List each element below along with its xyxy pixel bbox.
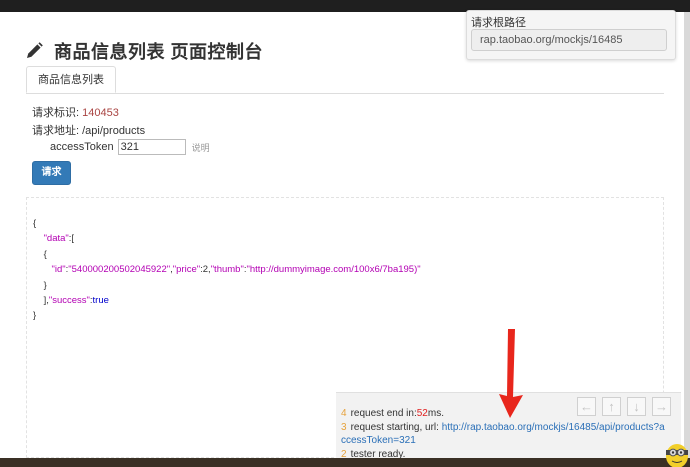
page-header: 商品信息列表 页面控制台 (24, 38, 263, 64)
mascot-icon (666, 444, 688, 467)
request-button[interactable]: 请求 (32, 161, 71, 185)
request-id-value: 140453 (82, 107, 119, 119)
request-id-label: 请求标识: (32, 107, 80, 119)
request-id-line: 请求标识: 140453 (32, 104, 119, 120)
param-row-access-token: accessToken 说明 (50, 139, 210, 155)
tab-product-list[interactable]: 商品信息列表 (26, 66, 116, 93)
arrow-right-button[interactable]: → (652, 397, 671, 416)
request-url-line: 请求地址: /api/products (32, 122, 145, 138)
page-scrollbar[interactable] (684, 12, 690, 458)
console-log-line: 3 request starting, url: http://rap.taoba… (341, 422, 665, 433)
json-line: } (33, 310, 37, 322)
console-log-line: 4 request end in:52ms. (341, 408, 444, 419)
page-title: 商品信息列表 页面控制台 (54, 42, 263, 62)
json-line: ],"success":true (43, 295, 109, 307)
request-url-label: 请求地址: (32, 125, 80, 137)
param-description: 说明 (191, 142, 210, 153)
json-line: { (43, 248, 47, 260)
root-path-input[interactable] (471, 29, 667, 51)
access-token-input[interactable] (117, 139, 186, 155)
arrow-left-button[interactable]: ← (577, 397, 596, 416)
arrow-down-button[interactable]: ↓ (627, 397, 646, 416)
bottom-image-strip (0, 458, 690, 467)
json-line: "id":"540000200502045922","price":2,"thu… (51, 264, 421, 276)
json-line: } (43, 279, 47, 291)
red-arrow-annotation (499, 329, 523, 418)
request-url-link[interactable]: http://rap.taobao.org/mockjs/16485/api/p… (442, 422, 665, 433)
console-nav: ← ↑ ↓ → (577, 397, 671, 416)
console-log-line-continued: ccessToken=321 (341, 435, 416, 446)
tab-bar: 商品信息列表 (26, 66, 664, 94)
root-path-panel: 请求根路径 (466, 10, 676, 60)
param-name-label: accessToken (50, 141, 114, 153)
root-path-label: 请求根路径 (471, 17, 526, 29)
request-url-value: /api/products (82, 125, 146, 137)
json-line: "data":[ (43, 233, 75, 245)
request-url-link-continued[interactable]: ccessToken=321 (341, 435, 416, 446)
json-line: { (33, 218, 37, 229)
pencil-icon (27, 42, 43, 58)
arrow-up-button[interactable]: ↑ (602, 397, 621, 416)
